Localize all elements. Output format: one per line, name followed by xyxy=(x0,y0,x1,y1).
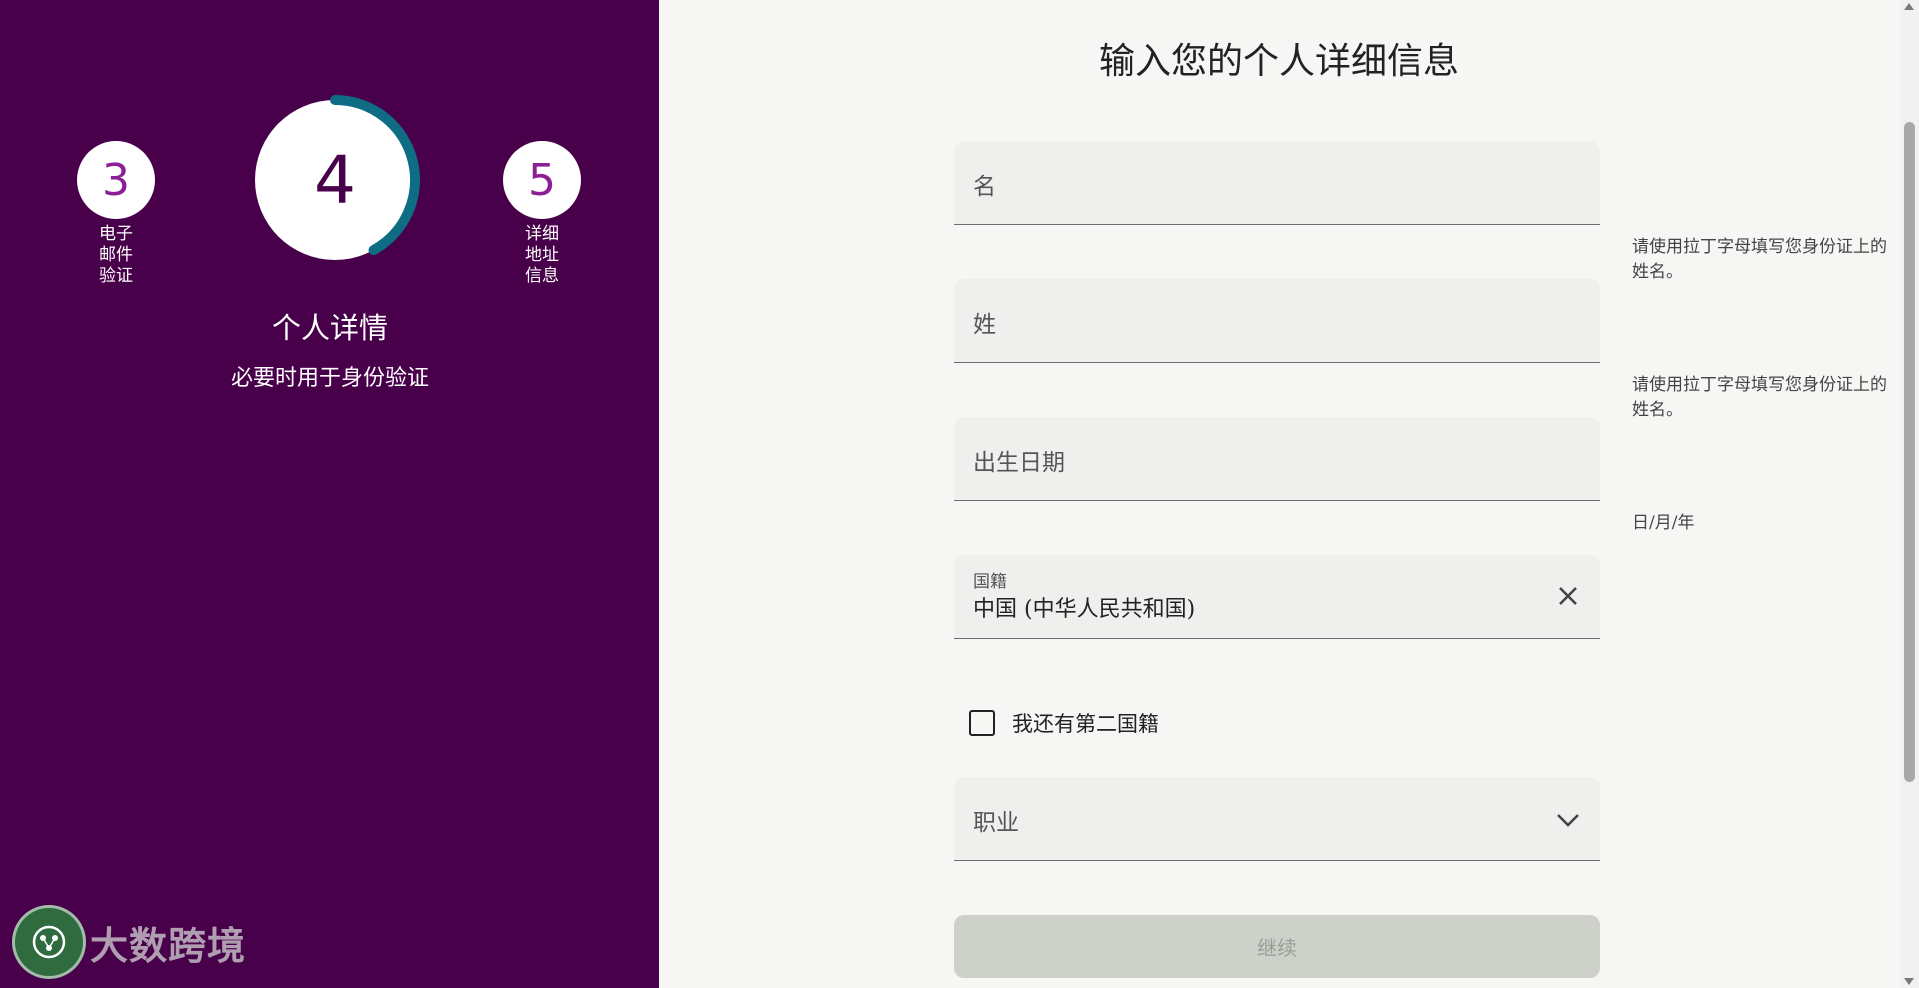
second-nationality-label: 我还有第二国籍 xyxy=(1012,712,1159,736)
current-step-title: 个人详情 xyxy=(271,311,388,345)
personal-details-form: 输入您的个人详细信息 名 请使用拉丁字母填写您身份证上的姓名。 姓 请使用拉丁字… xyxy=(659,0,1899,988)
dob-format-hint: 日/月/年 xyxy=(1632,513,1695,533)
scroll-up-icon[interactable] xyxy=(1904,3,1914,10)
step-4-progress-ring: 4 xyxy=(245,90,425,270)
page-scrollbar[interactable] xyxy=(1900,0,1919,988)
scrollbar-thumb[interactable] xyxy=(1904,122,1915,782)
nationality-select[interactable]: 国籍 中国 (中华人民共和国) xyxy=(954,555,1600,639)
step-5-label: 详细 地址 信息 xyxy=(525,224,559,286)
last-name-input[interactable]: 姓 xyxy=(954,279,1600,363)
step-3-label: 电子 邮件 验证 xyxy=(99,224,133,286)
second-nationality-checkbox[interactable] xyxy=(969,710,995,736)
step-5-circle: 5 xyxy=(503,141,581,219)
last-name-hint: 请使用拉丁字母填写您身份证上的姓名。 xyxy=(1632,375,1887,420)
continue-button[interactable]: 继续 xyxy=(954,915,1600,978)
occupation-placeholder: 职业 xyxy=(973,810,1019,836)
nationality-label: 国籍 xyxy=(973,572,1007,592)
occupation-select[interactable]: 职业 xyxy=(954,777,1600,861)
scroll-down-icon[interactable] xyxy=(1904,978,1914,985)
last-name-placeholder: 姓 xyxy=(973,312,996,338)
step-3-circle: 3 xyxy=(77,141,155,219)
current-step-subtitle: 必要时用于身份验证 xyxy=(230,366,429,391)
first-name-placeholder: 名 xyxy=(973,174,996,200)
first-name-input[interactable]: 名 xyxy=(954,141,1600,225)
progress-sidebar: 3 电子 邮件 验证 4 5 详细 地址 信息 个人详情 必要时用于身份验证 大… xyxy=(0,0,659,988)
brand-logo-icon xyxy=(12,905,86,979)
chevron-down-icon xyxy=(1557,814,1579,827)
brand-text: 大数跨境 xyxy=(90,923,247,968)
page-title: 输入您的个人详细信息 xyxy=(1098,41,1459,82)
nationality-value: 中国 (中华人民共和国) xyxy=(973,597,1196,622)
step-4-number: 4 xyxy=(314,141,356,219)
dob-placeholder: 出生日期 xyxy=(973,450,1065,476)
brand-watermark: 大数跨境 xyxy=(12,904,246,980)
date-of-birth-input[interactable]: 出生日期 xyxy=(954,417,1600,501)
step-3-number: 3 xyxy=(102,154,130,206)
second-nationality-checkbox-row[interactable]: 我还有第二国籍 xyxy=(969,708,1159,738)
step-5-number: 5 xyxy=(528,154,556,206)
clear-icon[interactable] xyxy=(1553,581,1583,611)
first-name-hint: 请使用拉丁字母填写您身份证上的姓名。 xyxy=(1632,237,1887,282)
